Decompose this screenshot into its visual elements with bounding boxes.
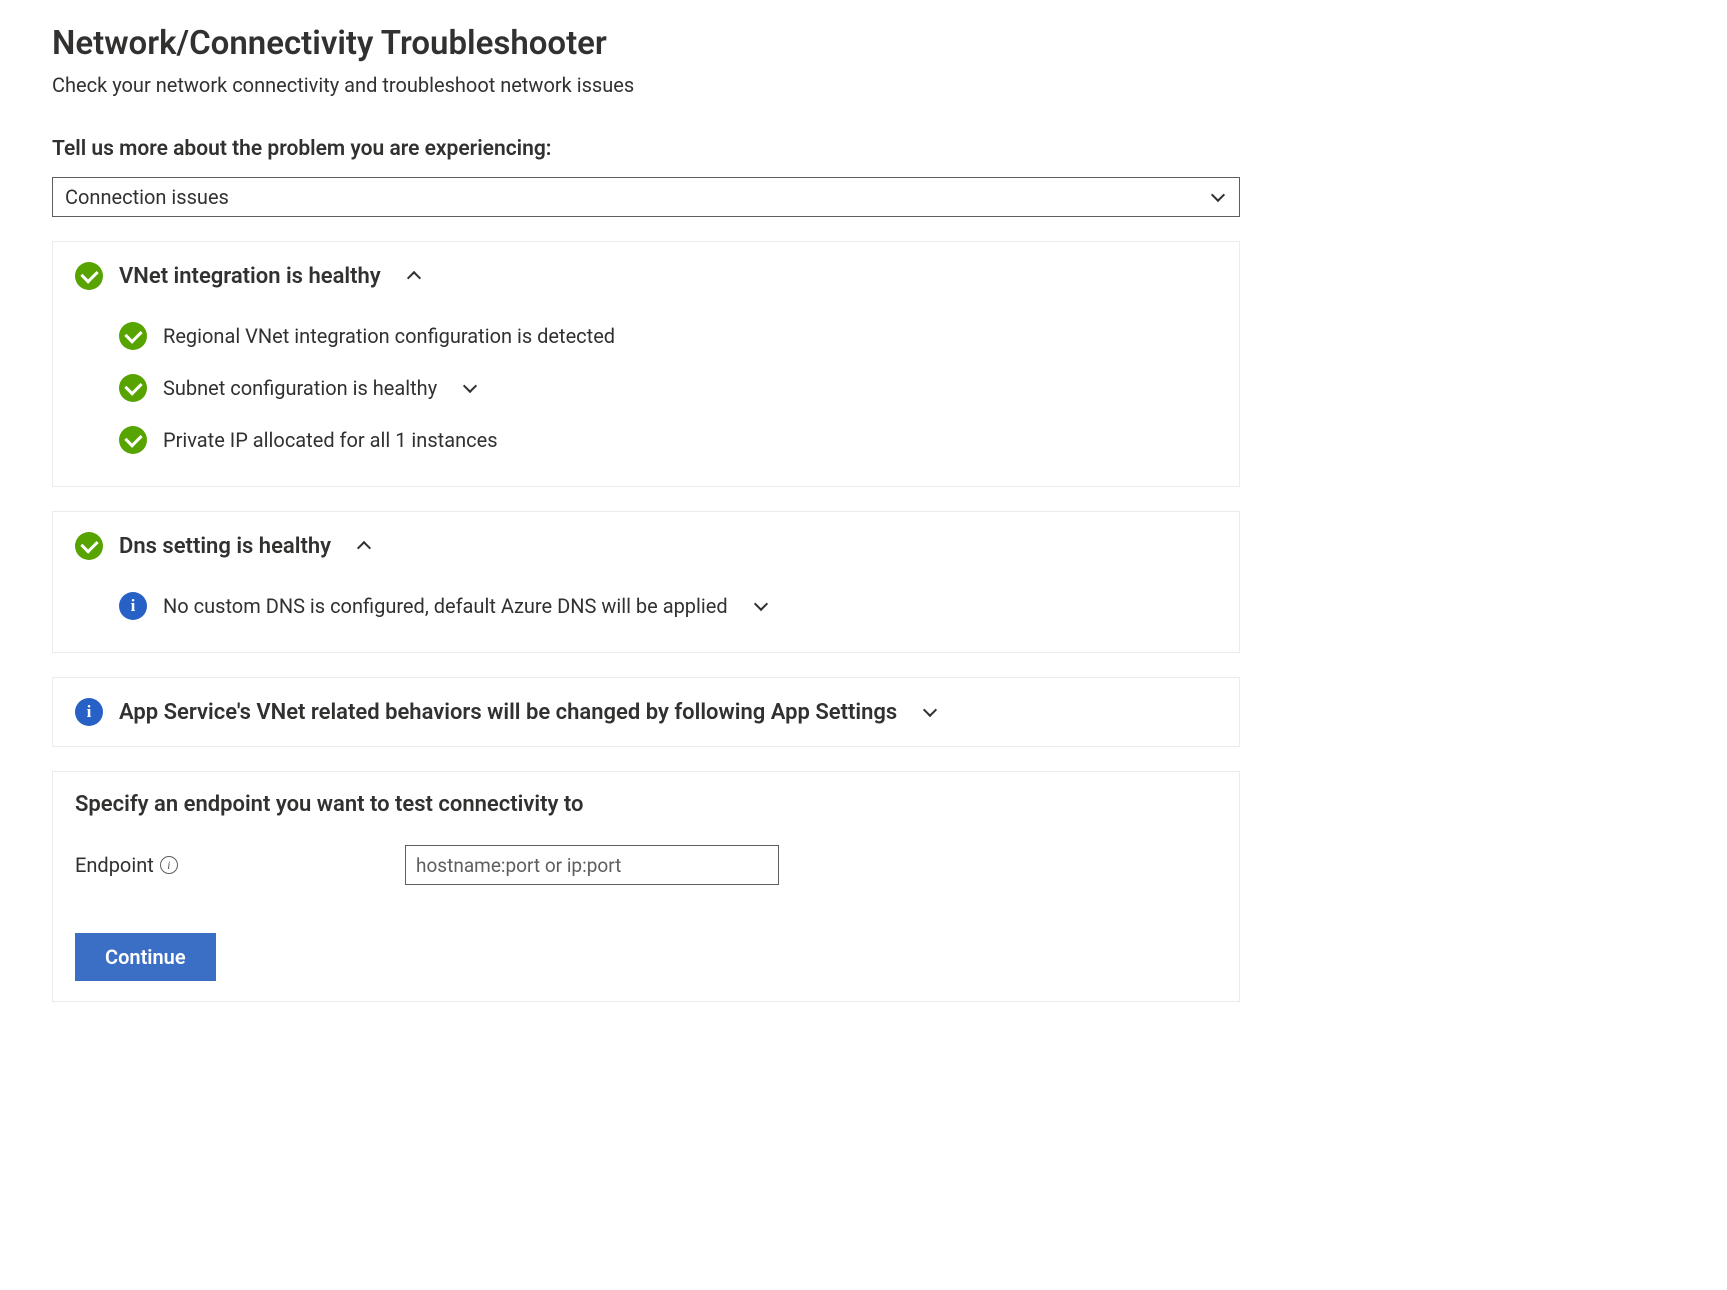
success-icon [75,532,103,560]
status-row: Regional VNet integration configuration … [75,310,1217,362]
chevron-up-icon [405,267,423,285]
endpoint-section-title: Specify an endpoint you want to test con… [75,792,1217,817]
vnet-panel-title: VNet integration is healthy [119,264,381,289]
endpoint-form-row: Endpoint i [75,845,1217,885]
status-row[interactable]: Subnet configuration is healthy [75,362,1217,414]
continue-button[interactable]: Continue [75,933,216,981]
vnet-panel-body: Regional VNet integration configuration … [75,310,1217,466]
dns-panel-title: Dns setting is healthy [119,534,331,559]
endpoint-panel: Specify an endpoint you want to test con… [52,771,1240,1002]
status-row[interactable]: i No custom DNS is configured, default A… [75,580,1217,632]
appsettings-panel-header[interactable]: i App Service's VNet related behaviors w… [75,698,1217,726]
problem-prompt-label: Tell us more about the problem you are e… [52,137,1675,161]
page-subtitle: Check your network connectivity and trou… [52,73,1675,97]
endpoint-label-text: Endpoint [75,853,154,877]
appsettings-panel: i App Service's VNet related behaviors w… [52,677,1240,747]
status-row: Private IP allocated for all 1 instances [75,414,1217,466]
vnet-panel-header[interactable]: VNet integration is healthy [75,262,1217,290]
appsettings-panel-title: App Service's VNet related behaviors wil… [119,700,897,725]
status-text: Subnet configuration is healthy [163,376,437,400]
info-icon: i [119,592,147,620]
info-icon: i [75,698,103,726]
success-icon [119,322,147,350]
status-text: Regional VNet integration configuration … [163,324,615,348]
endpoint-input[interactable] [405,845,779,885]
chevron-down-icon [461,379,479,397]
problem-dropdown[interactable]: Connection issues [52,177,1240,217]
chevron-down-icon [752,597,770,615]
dns-panel-body: i No custom DNS is configured, default A… [75,580,1217,632]
help-icon[interactable]: i [160,856,178,874]
success-icon [119,426,147,454]
dns-panel-header[interactable]: Dns setting is healthy [75,532,1217,560]
success-icon [119,374,147,402]
problem-dropdown-value: Connection issues [65,185,229,209]
page-title: Network/Connectivity Troubleshooter [52,24,1675,63]
success-icon [75,262,103,290]
status-text: No custom DNS is configured, default Azu… [163,594,728,618]
endpoint-label: Endpoint i [75,853,405,877]
dns-panel: Dns setting is healthy i No custom DNS i… [52,511,1240,653]
chevron-up-icon [355,537,373,555]
status-text: Private IP allocated for all 1 instances [163,428,498,452]
chevron-down-icon [1209,188,1227,206]
chevron-down-icon [921,703,939,721]
vnet-panel: VNet integration is healthy Regional VNe… [52,241,1240,487]
